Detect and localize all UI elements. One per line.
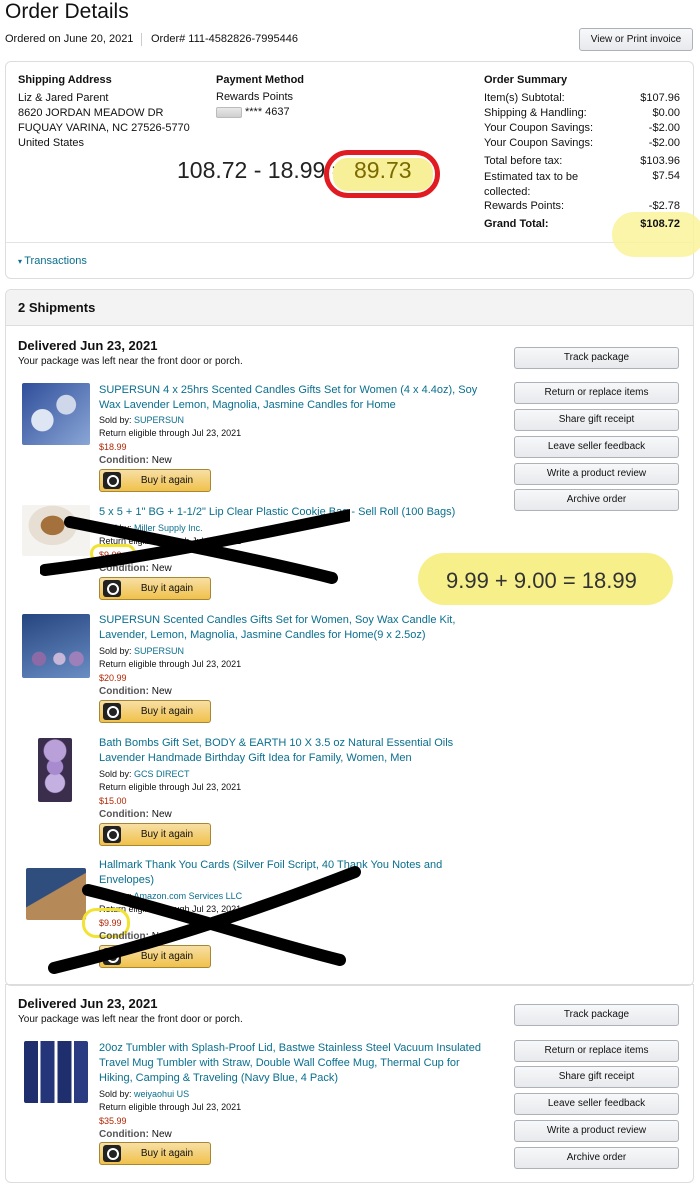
product-image[interactable] [38,738,72,802]
cross-out-scribble [48,866,361,974]
summary-row: Your Coupon Savings: -$2.00 [484,137,680,149]
annotation-equation: 108.72 - 18.99 = [177,157,346,183]
buy-again-icon [103,826,121,843]
buy-again-icon [103,703,121,720]
archive-order-button[interactable]: Archive order [514,1147,679,1169]
product-title-link[interactable]: SUPERSUN 4 x 25hrs Scented Candles Gifts… [99,383,494,413]
summary-row: Total before tax: $103.96 [484,155,680,167]
sold-by: Sold by: GCS DIRECT [99,769,190,779]
order-number: Order# 111-4582826-7995446 [151,33,298,45]
product-title-link[interactable]: Bath Bombs Gift Set, BODY & EARTH 10 X 3… [99,736,494,766]
return-eligible: Return eligible through Jul 23, 2021 [99,428,242,438]
buy-again-button[interactable]: Buy it again [99,700,211,723]
condition: Condition: New [99,809,172,820]
seller-link[interactable]: GCS DIRECT [134,769,190,779]
archive-order-button[interactable]: Archive order [514,489,679,511]
delivery-note: Your package was left near the front doo… [18,356,243,367]
summary-row: Estimated tax to be collected: $7.54 [484,170,680,198]
return-eligible: Return eligible through Jul 23, 2021 [99,782,242,792]
item-price: $15.00 [99,796,127,806]
return-eligible: Return eligible through Jul 23, 2021 [99,1102,242,1112]
sold-by: Sold by: SUPERSUN [99,646,185,656]
product-image[interactable] [22,383,90,445]
shipping-heading: Shipping Address [18,74,112,86]
card-number: **** 4637 [245,106,290,118]
payment-heading: Payment Method [216,74,305,86]
order-summary-heading: Order Summary [484,74,568,86]
item-price: $35.99 [99,1116,127,1126]
return-eligible: Return eligible through Jul 23, 2021 [99,659,242,669]
sold-by: Sold by: weiyaohui US [99,1089,190,1099]
address-line: FUQUAY VARINA, NC 27526-5770 [18,122,190,134]
summary-row: Rewards Points: -$2.78 [484,200,680,212]
seller-link[interactable]: weiyaohui US [134,1089,189,1099]
divider [6,242,693,243]
condition: Condition: New [99,455,172,466]
seller-link[interactable]: SUPERSUN [134,415,184,425]
summary-row: Shipping & Handling: $0.00 [484,107,680,119]
seller-link[interactable]: SUPERSUN [134,646,184,656]
share-gift-receipt-button[interactable]: Share gift receipt [514,1066,679,1088]
condition: Condition: New [99,1129,172,1140]
return-replace-button[interactable]: Return or replace items [514,382,679,404]
return-replace-button[interactable]: Return or replace items [514,1040,679,1062]
leave-seller-feedback-button[interactable]: Leave seller feedback [514,436,679,458]
delivered-heading: Delivered Jun 23, 2021 [18,338,158,353]
annotation-result: 89.73 [354,157,412,183]
summary-row: Item(s) Subtotal: $107.96 [484,92,680,104]
page-title: Order Details [5,0,129,23]
buy-again-button[interactable]: Buy it again [99,823,211,846]
write-review-button[interactable]: Write a product review [514,463,679,485]
scribble-stroke [40,508,350,576]
buy-again-button[interactable]: Buy it again [99,469,211,492]
shipments-header [6,290,693,326]
write-review-button[interactable]: Write a product review [514,1120,679,1142]
product-image[interactable] [22,614,90,678]
track-package-button[interactable]: Track package [514,347,679,369]
address-line: Liz & Jared Parent [18,92,109,104]
product-title-link[interactable]: SUPERSUN Scented Candles Gifts Set for W… [99,613,494,643]
divider [141,33,142,46]
shipments-heading: 2 Shipments [18,300,96,315]
cross-out-scribble [40,508,350,584]
transactions-link[interactable]: ▾ Transactions [18,255,87,267]
product-image[interactable] [24,1041,88,1103]
product-title-link[interactable]: 20oz Tumbler with Splash-Proof Lid, Bast… [99,1041,494,1086]
track-package-button[interactable]: Track package [514,1004,679,1026]
condition: Condition: New [99,686,172,697]
annotation-sum: 9.99 + 9.00 = 18.99 [446,568,637,593]
view-print-invoice-button[interactable]: View or Print invoice [579,28,693,51]
payment-method: Rewards Points [216,91,294,103]
address-line: 8620 JORDAN MEADOW DR [18,107,164,119]
grand-total: Grand Total: $108.72 [484,218,680,230]
delivery-note: Your package was left near the front doo… [18,1014,243,1025]
card-icon [216,107,242,118]
shipping-address: Liz & Jared Parent 8620 JORDAN MEADOW DR… [18,91,190,151]
sold-by: Sold by: SUPERSUN [99,415,185,425]
item-price: $20.99 [99,673,127,683]
item-price: $18.99 [99,442,127,452]
summary-row: Your Coupon Savings: -$2.00 [484,122,680,134]
leave-seller-feedback-button[interactable]: Leave seller feedback [514,1093,679,1115]
buy-again-icon [103,472,121,489]
buy-again-button[interactable]: Buy it again [99,1142,211,1165]
address-line: United States [18,137,85,149]
share-gift-receipt-button[interactable]: Share gift receipt [514,409,679,431]
order-date: Ordered on June 20, 2021 [5,33,134,45]
buy-again-icon [103,1145,121,1162]
delivered-heading: Delivered Jun 23, 2021 [18,996,158,1011]
